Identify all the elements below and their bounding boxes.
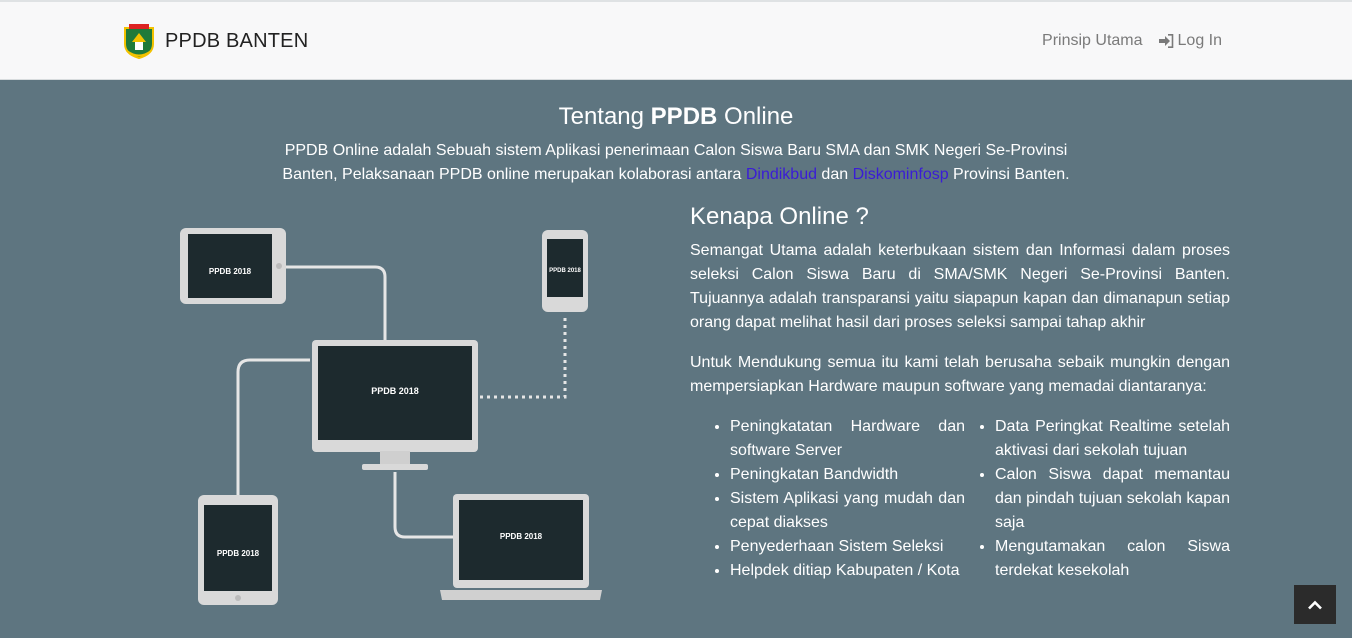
list-item: Calon Siswa dapat memantau dan pindah tu… bbox=[995, 463, 1230, 535]
list-item: Data Peringkat Realtime setelah aktivasi… bbox=[995, 415, 1230, 463]
hero-title-pre: Tentang bbox=[558, 103, 651, 130]
dindikbud-link[interactable]: Dindikbud bbox=[746, 166, 817, 183]
features-lists: Peningkatatan Hardware dan software Serv… bbox=[690, 415, 1230, 583]
hero-title: Tentang PPDB Online bbox=[0, 103, 1352, 131]
list-item: Helpdek ditiap Kabupaten / Kota bbox=[730, 559, 965, 583]
brand-link[interactable]: PPDB BANTEN bbox=[120, 22, 308, 60]
hero-desc-part-2: dan bbox=[816, 166, 853, 183]
phone-screen-title: PPDB 2018 bbox=[549, 268, 581, 274]
laptop: PPDB 2018 bbox=[440, 494, 602, 600]
nav-prinsip-utama-label: Prinsip Utama bbox=[1042, 32, 1143, 49]
banten-logo-icon bbox=[124, 24, 154, 60]
list-item: Peningkatan Bandwidth bbox=[730, 463, 965, 487]
list-item: Peningkatatan Hardware dan software Serv… bbox=[730, 415, 965, 463]
laptop-screen-title: PPDB 2018 bbox=[500, 532, 543, 541]
diskominfosp-link[interactable]: Diskominfosp bbox=[853, 166, 949, 183]
nav-log-in-label: Log In bbox=[1177, 32, 1222, 49]
tablet-top-screen-title: PPDB 2018 bbox=[209, 267, 252, 276]
hero-title-bold: PPDB bbox=[650, 103, 718, 130]
tablet-top: PPDB 2018 bbox=[180, 228, 286, 304]
monitor-screen-title: PPDB 2018 bbox=[371, 386, 419, 396]
brand-title: PPDB BANTEN bbox=[165, 29, 309, 52]
why-online-paragraph-1: Semangat Utama adalah keterbukaan sistem… bbox=[690, 242, 1230, 331]
nav-prinsip-utama[interactable]: Prinsip Utama bbox=[1042, 32, 1142, 50]
why-online-paragraph-2: Untuk Mendukung semua itu kami telah ber… bbox=[690, 354, 1230, 395]
hero-description: PPDB Online adalah Sebuah sistem Aplikas… bbox=[276, 139, 1076, 187]
navbar: PPDB BANTEN Prinsip Utama Log In bbox=[0, 0, 1352, 80]
hero-title-post: Online bbox=[717, 103, 794, 130]
list-item: Penyederhaan Sistem Seleksi bbox=[730, 535, 965, 559]
list-item: Sistem Aplikasi yang mudah dan cepat dia… bbox=[730, 487, 965, 535]
sign-in-icon bbox=[1158, 34, 1173, 48]
hero-desc-part-3: Provinsi Banten. bbox=[948, 166, 1070, 183]
list-item: Mengutamakan calon Siswa terdekat keseko… bbox=[995, 535, 1230, 583]
phone: PPDB 2018 bbox=[542, 230, 588, 312]
tablet-bottom: PPDB 2018 bbox=[198, 495, 278, 605]
desktop-monitor: PPDB 2018 bbox=[312, 340, 478, 470]
why-online-section: Kenapa Online ? Semangat Utama adalah ke… bbox=[690, 203, 1230, 583]
tablet-bottom-screen-title: PPDB 2018 bbox=[217, 549, 260, 558]
nav-log-in[interactable]: Log In bbox=[1158, 32, 1222, 50]
devices-illustration: PPDB 2018 PPDB 2018 PPDB 2018 PPDB 2018 … bbox=[180, 228, 602, 605]
scroll-to-top-button[interactable] bbox=[1294, 585, 1336, 624]
features-list-left: Peningkatatan Hardware dan software Serv… bbox=[730, 415, 965, 583]
features-list-right: Data Peringkat Realtime setelah aktivasi… bbox=[995, 415, 1230, 583]
chevron-up-icon bbox=[1308, 600, 1322, 609]
nav-links: Prinsip Utama Log In bbox=[1042, 32, 1222, 50]
why-online-title: Kenapa Online ? bbox=[690, 203, 869, 230]
